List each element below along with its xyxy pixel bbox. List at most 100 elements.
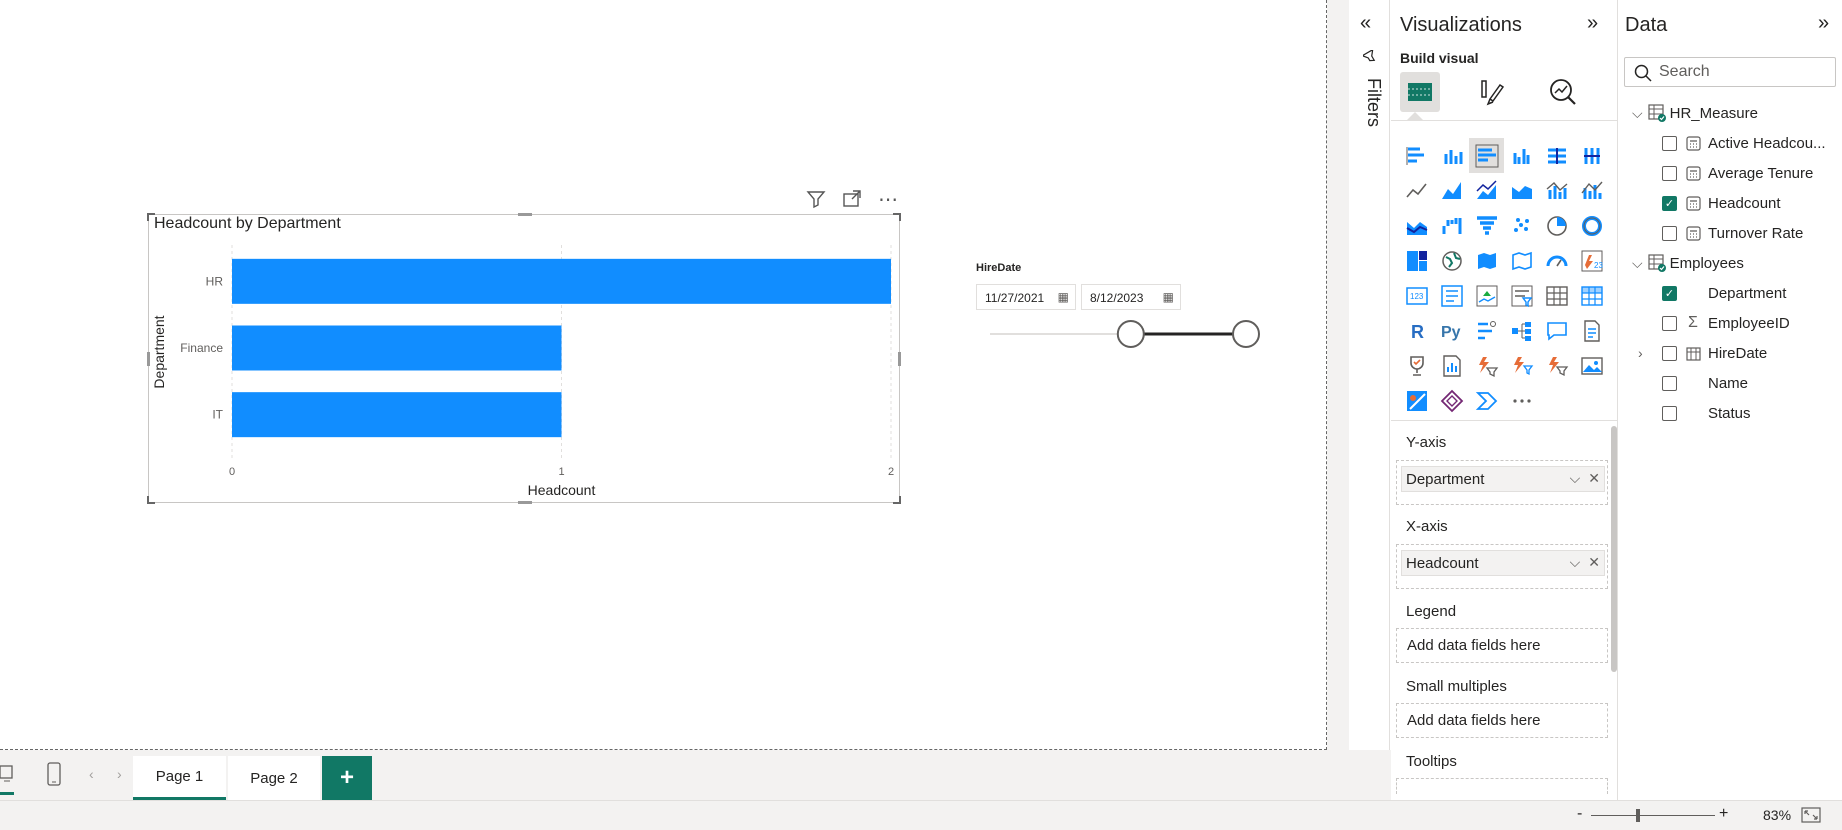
add-page-button[interactable]: +	[322, 756, 372, 800]
matrix-button[interactable]	[1574, 278, 1609, 313]
focus-mode-icon[interactable]	[841, 188, 863, 210]
zoom-slider-thumb[interactable]	[1636, 809, 1640, 822]
scrollbar[interactable]	[1611, 426, 1617, 672]
y-axis-field-pill[interactable]: Department ⌵ ✕	[1401, 466, 1605, 492]
date-slicer[interactable]: HireDate 11/27/2021 ▦ 8/12/2023 ▦	[976, 262, 1266, 352]
power-automate-button[interactable]	[1504, 348, 1539, 383]
100-column-chart-button[interactable]	[1574, 138, 1609, 173]
chevron-right-icon[interactable]: ›	[1638, 345, 1643, 361]
image-button[interactable]	[1574, 348, 1609, 383]
zoom-slider[interactable]	[1591, 809, 1715, 822]
arrow-flow-button[interactable]	[1469, 383, 1504, 418]
expand-icon[interactable]: »	[1587, 12, 1598, 35]
field-checkbox[interactable]	[1662, 315, 1677, 331]
area-chart-button[interactable]	[1434, 173, 1469, 208]
chevron-down-icon[interactable]: ⌵	[1632, 105, 1643, 122]
chevron-down-icon[interactable]: ⌵	[1570, 470, 1581, 487]
field-item[interactable]: › HireDate	[1638, 338, 1767, 368]
slicer-button[interactable]	[1504, 278, 1539, 313]
card-button[interactable]: 123	[1399, 278, 1434, 313]
filters-rail[interactable]: « Filters	[1349, 0, 1390, 757]
tooltips-well[interactable]	[1396, 778, 1608, 794]
filled-map-button[interactable]	[1469, 243, 1504, 278]
close-icon[interactable]: ✕	[1588, 554, 1600, 571]
field-checkbox[interactable]: ✓	[1662, 195, 1677, 211]
shape-map-button[interactable]	[1504, 243, 1539, 278]
scatter-chart-button[interactable]	[1504, 208, 1539, 243]
calendar-icon[interactable]: ▦	[1163, 290, 1174, 304]
tab-page-1[interactable]: Page 1	[133, 756, 226, 800]
legend-well[interactable]: Add data fields here	[1396, 628, 1608, 663]
field-checkbox[interactable]	[1662, 135, 1677, 151]
more-visuals-button[interactable]	[1504, 383, 1539, 418]
report-canvas[interactable]: ⋯ Headcount by Department 0 1 2 HR Finance IT…	[0, 0, 1327, 750]
clustered-column-chart-button[interactable]	[1504, 138, 1539, 173]
qna-button[interactable]	[1539, 313, 1574, 348]
field-item[interactable]: ✓ Headcount	[1662, 188, 1781, 218]
mobile-view-icon[interactable]	[47, 762, 61, 791]
filter-icon[interactable]	[805, 188, 827, 210]
close-icon[interactable]: ✕	[1588, 470, 1600, 487]
azure-map-button[interactable]	[1399, 383, 1434, 418]
stacked-column-chart-button[interactable]	[1434, 138, 1469, 173]
100-bar-chart-button[interactable]	[1539, 138, 1574, 173]
line-chart-button[interactable]	[1399, 173, 1434, 208]
search-input[interactable]	[1659, 63, 1829, 81]
field-item[interactable]: Turnover Rate	[1662, 218, 1803, 248]
chevron-down-icon[interactable]: ⌵	[1632, 255, 1643, 272]
100-area-chart-button[interactable]	[1504, 173, 1539, 208]
gauge-button[interactable]	[1539, 243, 1574, 278]
map-button[interactable]	[1434, 243, 1469, 278]
calendar-icon[interactable]: ▦	[1058, 290, 1069, 304]
bar-chart-visual[interactable]: Headcount by Department 0 1 2 HR Finance IT He…	[147, 213, 901, 504]
table-button[interactable]	[1539, 278, 1574, 313]
zoom-in-button[interactable]: +	[1719, 805, 1728, 823]
y-axis-well[interactable]: Department ⌵ ✕	[1396, 460, 1608, 505]
analytics-button[interactable]	[1543, 72, 1583, 112]
fit-to-page-icon[interactable]	[1801, 807, 1821, 828]
start-date-input[interactable]: 11/27/2021 ▦	[976, 284, 1076, 310]
multi-row-card-button[interactable]	[1434, 278, 1469, 313]
field-checkbox[interactable]: ✓	[1662, 285, 1677, 301]
table-node[interactable]: ⌵ HR_Measure	[1632, 98, 1758, 128]
stacked-area-chart-button[interactable]	[1469, 173, 1504, 208]
ribbon-chart-button[interactable]	[1399, 208, 1434, 243]
build-visual-button[interactable]	[1400, 72, 1440, 112]
field-item[interactable]: Σ EmployeeID	[1662, 308, 1790, 338]
power-apps-button[interactable]	[1469, 348, 1504, 383]
field-checkbox[interactable]	[1662, 405, 1677, 421]
field-item[interactable]: Average Tenure	[1662, 158, 1813, 188]
kpi-button[interactable]	[1469, 278, 1504, 313]
metrics-button[interactable]	[1399, 348, 1434, 383]
range-slider[interactable]	[976, 314, 1266, 354]
card-new-button[interactable]: 23	[1574, 243, 1609, 278]
zoom-out-button[interactable]: -	[1577, 805, 1582, 823]
tab-page-2[interactable]: Page 2	[228, 756, 320, 800]
paginated-report-button[interactable]	[1434, 348, 1469, 383]
field-item[interactable]: Name	[1662, 368, 1748, 398]
donut-chart-button[interactable]	[1574, 208, 1609, 243]
field-checkbox[interactable]	[1662, 345, 1677, 361]
clustered-bar-chart-button[interactable]	[1469, 138, 1504, 173]
narrative-button[interactable]	[1574, 313, 1609, 348]
line-stacked-column-button[interactable]	[1574, 173, 1609, 208]
key-influencers-button[interactable]	[1469, 313, 1504, 348]
end-date-input[interactable]: 8/12/2023 ▦	[1081, 284, 1181, 310]
small-multiples-well[interactable]: Add data fields here	[1396, 703, 1608, 738]
x-axis-well[interactable]: Headcount ⌵ ✕	[1396, 544, 1608, 589]
table-node[interactable]: ⌵ Employees	[1632, 248, 1744, 278]
field-checkbox[interactable]	[1662, 375, 1677, 391]
bar[interactable]	[232, 392, 562, 438]
field-checkbox[interactable]	[1662, 225, 1677, 241]
bar[interactable]	[232, 325, 562, 371]
bar[interactable]	[232, 258, 891, 304]
chevron-right-icon[interactable]: ›	[117, 766, 122, 782]
treemap-button[interactable]	[1399, 243, 1434, 278]
smart-narrative-button[interactable]	[1539, 348, 1574, 383]
python-visual-button[interactable]: Py	[1434, 313, 1469, 348]
filters-label[interactable]: Filters	[1363, 78, 1384, 127]
more-options-icon[interactable]: ⋯	[877, 188, 899, 211]
pie-chart-button[interactable]	[1539, 208, 1574, 243]
chevron-down-icon[interactable]: ⌵	[1570, 554, 1581, 571]
field-item[interactable]: Status	[1662, 398, 1751, 428]
